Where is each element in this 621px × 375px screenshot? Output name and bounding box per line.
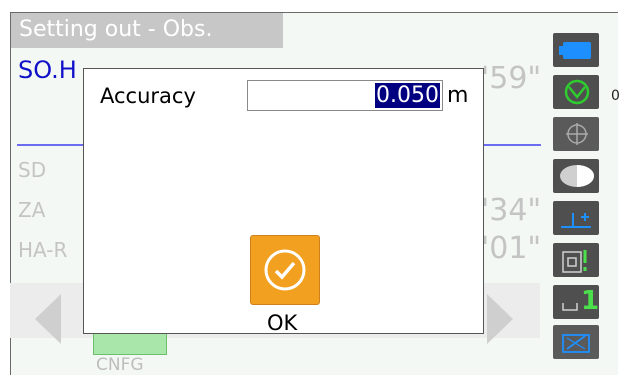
accuracy-dialog: Accuracy 0.050 m OK: [83, 68, 484, 335]
ok-button[interactable]: [250, 235, 320, 305]
angle-value-3: '01": [481, 231, 542, 266]
edit-icon: [562, 334, 590, 353]
input-mode-button[interactable]: 1: [553, 285, 599, 319]
row-label-za: ZA: [18, 198, 46, 222]
screen-title: Setting out - Obs.: [11, 13, 283, 48]
page-right-arrow-icon[interactable]: [487, 294, 513, 344]
input-mode-number: 1: [581, 286, 600, 316]
crosshair-icon: [566, 123, 588, 145]
cnfg-button[interactable]: [93, 332, 167, 355]
prism-constant-text: 0: [611, 88, 620, 104]
accuracy-input[interactable]: 0.050: [247, 80, 443, 111]
cnfg-label: CNFG: [96, 355, 144, 375]
page-left-arrow-icon[interactable]: [35, 294, 61, 344]
row-label-sd: SD: [18, 158, 47, 182]
battery-button[interactable]: [553, 33, 599, 67]
angle-value-1: '59": [481, 61, 542, 96]
accuracy-unit: m: [447, 83, 469, 108]
battery-icon: [559, 42, 591, 59]
ok-label: OK: [267, 311, 298, 335]
accuracy-value: 0.050: [375, 83, 440, 108]
so-label: SO.H: [18, 56, 77, 84]
memory-card-icon: [562, 250, 587, 273]
prism-target-icon: [564, 79, 590, 105]
tilt-compensation-button[interactable]: [553, 201, 599, 235]
tilt-compensation-icon: [561, 213, 591, 228]
edit-button[interactable]: [553, 325, 599, 359]
prism-target-button[interactable]: [553, 75, 599, 109]
accuracy-label: Accuracy: [100, 84, 196, 108]
angle-value-2: '34": [481, 193, 542, 228]
row-label-ha-r: HA-R: [18, 238, 68, 262]
checkmark-icon: [264, 249, 306, 291]
laser-pointer-icon: [560, 165, 594, 187]
memory-card-button[interactable]: [553, 243, 599, 277]
laser-pointer-button[interactable]: [553, 159, 599, 193]
crosshair-button[interactable]: [553, 117, 599, 151]
